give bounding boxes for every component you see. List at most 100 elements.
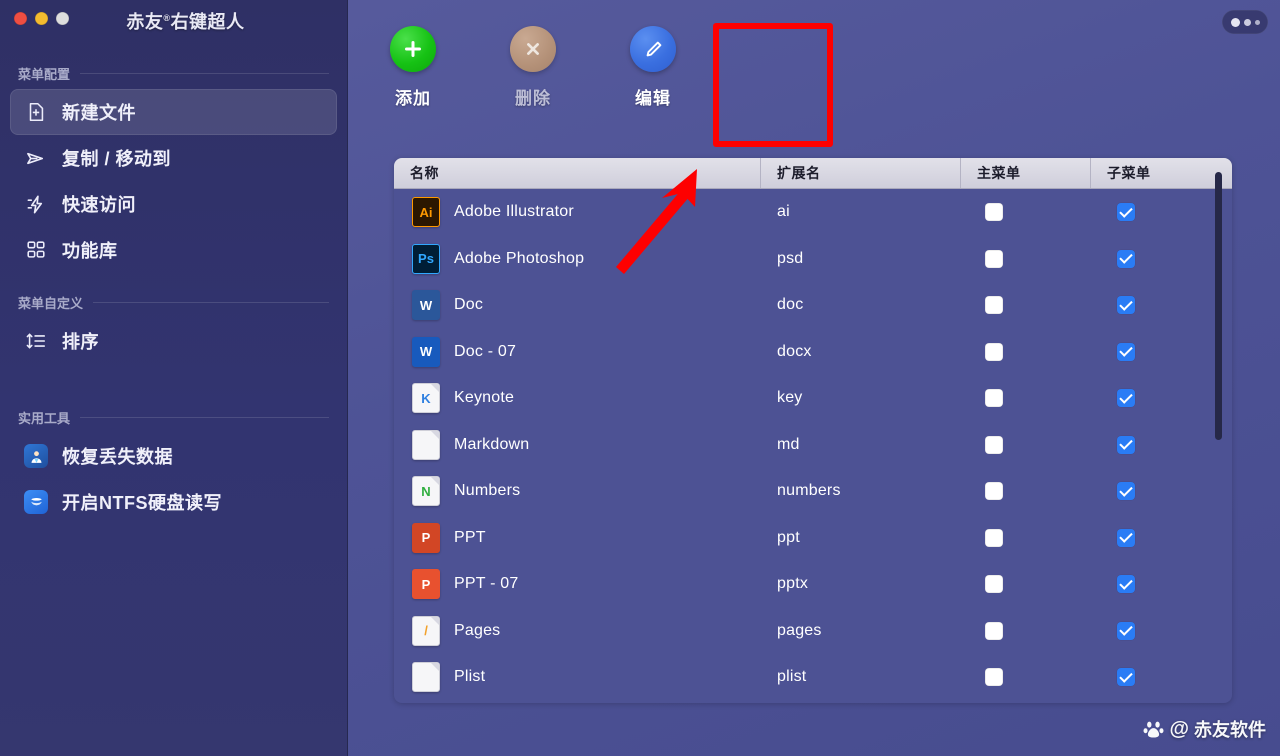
column-header-name[interactable]: 名称 [394,158,761,188]
sub-menu-checkbox[interactable] [1117,389,1135,408]
watermark: @ 赤友软件 [1143,716,1266,742]
table-row[interactable]: P PPT - 07 pptx [394,561,1232,608]
sidebar-nav-utilities: 恢复丢失数据 开启NTFS硬盘读写 [0,433,347,525]
sidebar-item-quick-access[interactable]: 快速访问 [10,181,337,227]
table-row[interactable]: Ps Adobe Photoshop psd [394,236,1232,283]
sub-menu-checkbox[interactable] [1117,621,1135,640]
column-header-extension[interactable]: 扩展名 [761,158,961,188]
main-menu-checkbox[interactable] [985,342,1003,361]
sub-menu-checkbox[interactable] [1117,575,1135,594]
table-row[interactable]: W Doc doc [394,282,1232,329]
cell-extension: ppt [761,529,961,547]
edit-button[interactable]: 编辑 [608,26,698,109]
sub-menu-checkbox[interactable] [1117,296,1135,315]
cell-name: W Doc - 07 [394,336,761,367]
file-type-name: PPT - 07 [454,575,519,593]
sidebar-item-sort[interactable]: 排序 [10,318,337,364]
sidebar-item-label: 恢复丢失数据 [62,447,173,467]
file-extension: docx [777,342,812,360]
table-row[interactable]: Ai Adobe Illustrator ai [394,189,1232,236]
sidebar-item-enable-ntfs[interactable]: 开启NTFS硬盘读写 [10,479,337,525]
main-menu-checkbox[interactable] [985,296,1003,315]
cell-main-menu [961,482,1091,501]
main-menu-checkbox[interactable] [985,435,1003,454]
cell-name: Ps Adobe Photoshop [394,243,761,274]
cell-main-menu [961,668,1091,687]
cell-sub-menu [1091,389,1232,408]
cell-extension: psd [761,250,961,268]
markdown-icon [412,429,440,460]
delete-button-label: 删除 [515,89,551,108]
sub-menu-checkbox[interactable] [1117,668,1135,687]
column-header-main-menu[interactable]: 主菜单 [961,158,1091,188]
sub-menu-checkbox[interactable] [1117,203,1135,222]
cell-sub-menu [1091,249,1232,268]
plist-icon [412,662,440,693]
table-row[interactable]: K Keynote key [394,375,1232,422]
delete-button[interactable]: 删除 [488,26,578,109]
plus-circle-icon [390,26,436,72]
table-row[interactable]: / Pages pages [394,608,1232,655]
cell-extension: key [761,389,961,407]
sub-menu-checkbox[interactable] [1117,482,1135,501]
file-type-name: Doc - 07 [454,342,517,360]
sidebar-nav-menu-config: 新建文件 复制 / 移动到 快速访问 功能库 [0,89,347,273]
sidebar-item-function-library[interactable]: 功能库 [10,227,337,273]
sort-icon [24,329,48,353]
cell-extension: doc [761,296,961,314]
table-row-partial[interactable] [394,701,1232,704]
sidebar-item-new-file[interactable]: 新建文件 [10,89,337,135]
main-menu-checkbox[interactable] [985,575,1003,594]
file-extension: key [777,389,803,407]
file-icon-glyph: P [421,530,431,546]
table-body: Ai Adobe Illustrator ai Ps Adobe Photoshop ps… [394,189,1232,703]
main-menu-checkbox[interactable] [985,249,1003,268]
sub-menu-checkbox[interactable] [1117,435,1135,454]
sub-menu-checkbox[interactable] [1117,342,1135,361]
ntfs-app-icon [24,490,48,514]
table-row[interactable]: Plist plist [394,654,1232,701]
sub-menu-checkbox[interactable] [1117,528,1135,547]
table-row[interactable]: W Doc - 07 docx [394,329,1232,376]
main-menu-checkbox[interactable] [985,668,1003,687]
cell-sub-menu [1091,435,1232,454]
table-row[interactable]: P PPT ppt [394,515,1232,562]
cell-sub-menu [1091,528,1232,547]
column-header-sub-menu[interactable]: 子菜单 [1091,158,1232,188]
table-row[interactable]: Markdown md [394,422,1232,469]
baidu-paw-icon [1144,721,1164,738]
app-title-main: 赤友 [126,12,164,32]
sidebar-item-copy-move-to[interactable]: 复制 / 移动到 [10,135,337,181]
main-menu-checkbox[interactable] [985,621,1003,640]
table-scrollbar[interactable] [1215,172,1222,654]
cell-sub-menu [1091,621,1232,640]
file-type-table: 名称 扩展名 主菜单 子菜单 Ai Adobe Illustrator ai Ps Ad… [394,158,1232,703]
sidebar-item-label: 快速访问 [62,195,136,215]
illustrator-icon: Ai [412,197,440,228]
file-extension: numbers [777,482,841,500]
photoshop-icon: Ps [412,243,440,274]
sub-menu-checkbox[interactable] [1117,249,1135,268]
table-row[interactable]: N Numbers numbers [394,468,1232,515]
cell-extension: numbers [761,482,961,500]
powerpoint-icon: P [412,522,440,553]
scrollbar-thumb[interactable] [1215,172,1222,440]
file-extension: pptx [777,575,809,593]
main-menu-checkbox[interactable] [985,389,1003,408]
cell-main-menu [961,249,1091,268]
main-menu-checkbox[interactable] [985,528,1003,547]
sidebar: 赤友®右键超人 菜单配置 新建文件 复制 / 移动到 快速访问 功能库 菜单自定… [0,0,348,756]
grid-icon [24,238,48,262]
file-icon-glyph: P [421,576,431,592]
more-options-button[interactable] [1222,10,1268,34]
main-menu-checkbox[interactable] [985,482,1003,501]
add-button[interactable]: 添加 [368,26,458,109]
main-menu-checkbox[interactable] [985,203,1003,222]
app-title: 赤友®右键超人 [0,8,347,34]
sidebar-item-recover-lost-data[interactable]: 恢复丢失数据 [10,433,337,479]
cell-sub-menu [1091,203,1232,222]
file-extension: doc [777,296,804,314]
file-type-name: Numbers [454,482,521,500]
send-arrow-icon [24,146,48,170]
sidebar-section-menu-config: 菜单配置 [0,64,347,83]
